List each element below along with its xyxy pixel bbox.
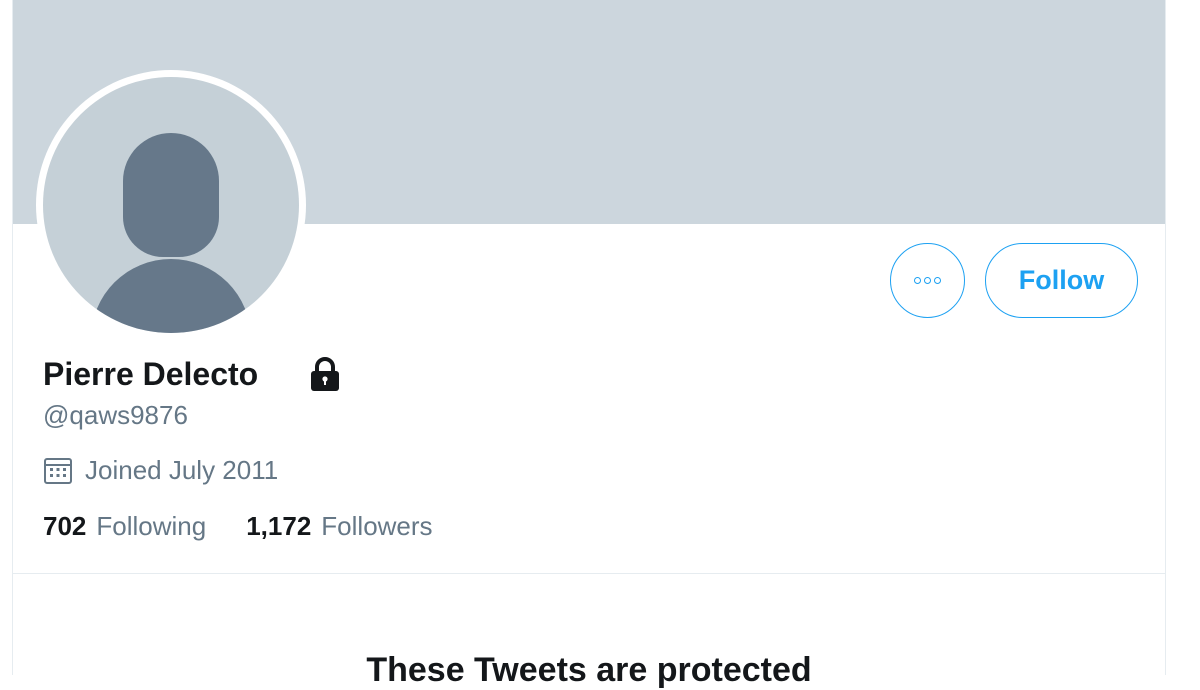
calendar-icon xyxy=(44,458,72,484)
followers-link[interactable]: 1,172 Followers xyxy=(246,511,432,542)
followers-count: 1,172 xyxy=(246,510,312,541)
profile-stats: 702 Following 1,172 Followers xyxy=(43,508,433,544)
section-divider xyxy=(13,573,1165,574)
more-horizontal-icon-dot xyxy=(924,277,931,284)
avatar-body-silhouette xyxy=(91,259,251,333)
more-horizontal-icon xyxy=(914,277,921,284)
followers-label: Followers xyxy=(321,510,433,541)
more-horizontal-icon-dot xyxy=(934,277,941,284)
joined-date: Joined July 2011 xyxy=(43,453,278,487)
following-count: 702 xyxy=(43,510,87,541)
default-avatar-image xyxy=(43,77,299,333)
avatar[interactable] xyxy=(36,70,306,340)
profile-column: Follow Pierre Delecto @qaws9876 Joined J… xyxy=(12,0,1166,689)
protected-tweets-title: These Tweets are protected xyxy=(366,651,812,689)
following-label: Following xyxy=(96,510,207,541)
lock-icon xyxy=(311,357,339,391)
profile-handle: @qaws9876 xyxy=(43,400,188,430)
follow-button[interactable]: Follow xyxy=(985,243,1138,318)
avatar-head-silhouette xyxy=(123,133,219,257)
following-link[interactable]: 702 Following xyxy=(43,511,206,542)
joined-text: Joined July 2011 xyxy=(85,454,279,485)
more-options-button[interactable] xyxy=(890,243,965,318)
display-name: Pierre Delecto xyxy=(43,356,259,392)
